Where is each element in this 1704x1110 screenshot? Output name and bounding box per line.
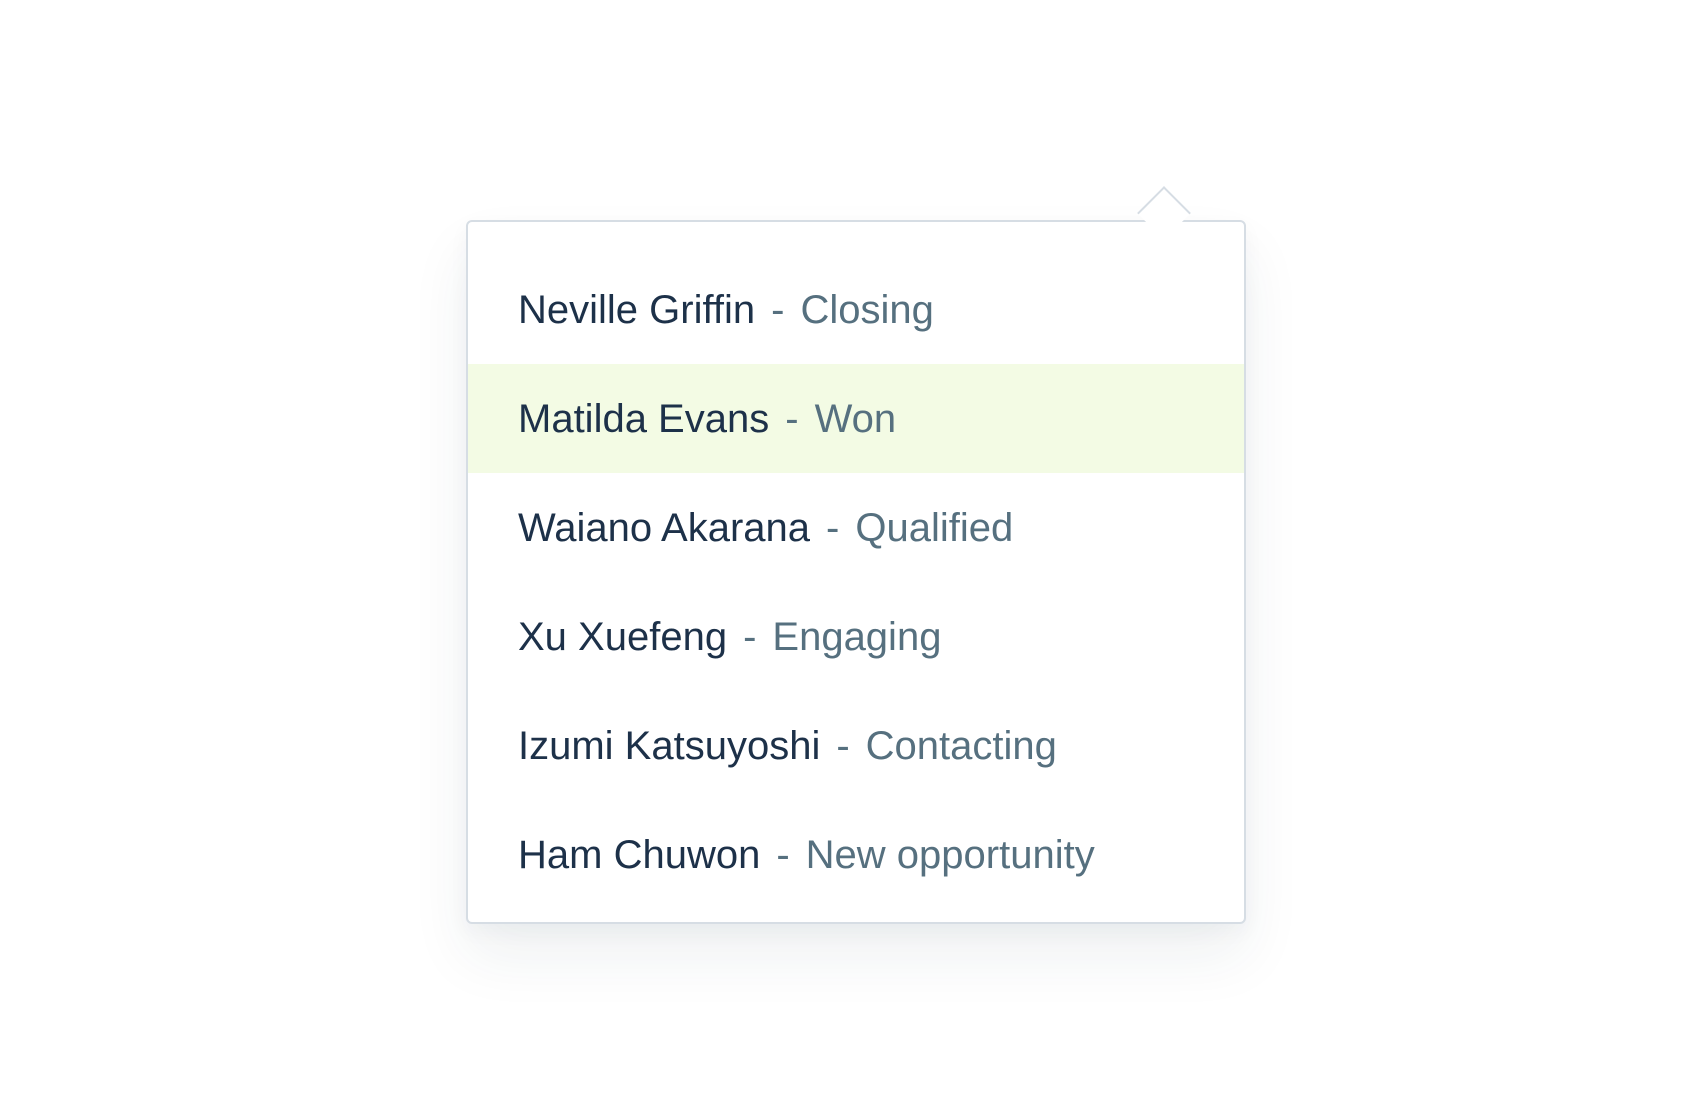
contact-name: Izumi Katsuyoshi [518, 723, 821, 768]
separator: - [836, 723, 850, 768]
contact-option-xu-xuefeng[interactable]: Xu Xuefeng - Engaging [468, 582, 1244, 691]
contact-option-ham-chuwon[interactable]: Ham Chuwon - New opportunity [468, 800, 1244, 909]
separator: - [776, 832, 790, 877]
contact-option-izumi-katsuyoshi[interactable]: Izumi Katsuyoshi - Contacting [468, 691, 1244, 800]
contact-option-matilda-evans[interactable]: Matilda Evans - Won [468, 364, 1244, 473]
contact-name: Xu Xuefeng [518, 614, 728, 659]
contact-name: Ham Chuwon [518, 832, 761, 877]
separator: - [826, 505, 840, 550]
separator: - [785, 396, 799, 441]
pipeline-stage: Qualified [855, 505, 1014, 550]
pipeline-stage: Won [814, 396, 897, 441]
contact-dropdown-popover: Neville Griffin - Closing Matilda Evans … [466, 220, 1246, 924]
contact-option-waiano-akarana[interactable]: Waiano Akarana - Qualified [468, 473, 1244, 582]
separator: - [743, 614, 757, 659]
canvas: Neville Griffin - Closing Matilda Evans … [0, 0, 1704, 1110]
separator: - [771, 287, 785, 332]
contact-option-neville-griffin[interactable]: Neville Griffin - Closing [468, 255, 1244, 364]
contact-list: Neville Griffin - Closing Matilda Evans … [468, 255, 1244, 909]
contact-name: Neville Griffin [518, 287, 756, 332]
pipeline-stage: New opportunity [805, 832, 1095, 877]
pipeline-stage: Closing [800, 287, 934, 332]
pipeline-stage: Engaging [772, 614, 942, 659]
pipeline-stage: Contacting [865, 723, 1057, 768]
contact-name: Waiano Akarana [518, 505, 811, 550]
contact-name: Matilda Evans [518, 396, 770, 441]
